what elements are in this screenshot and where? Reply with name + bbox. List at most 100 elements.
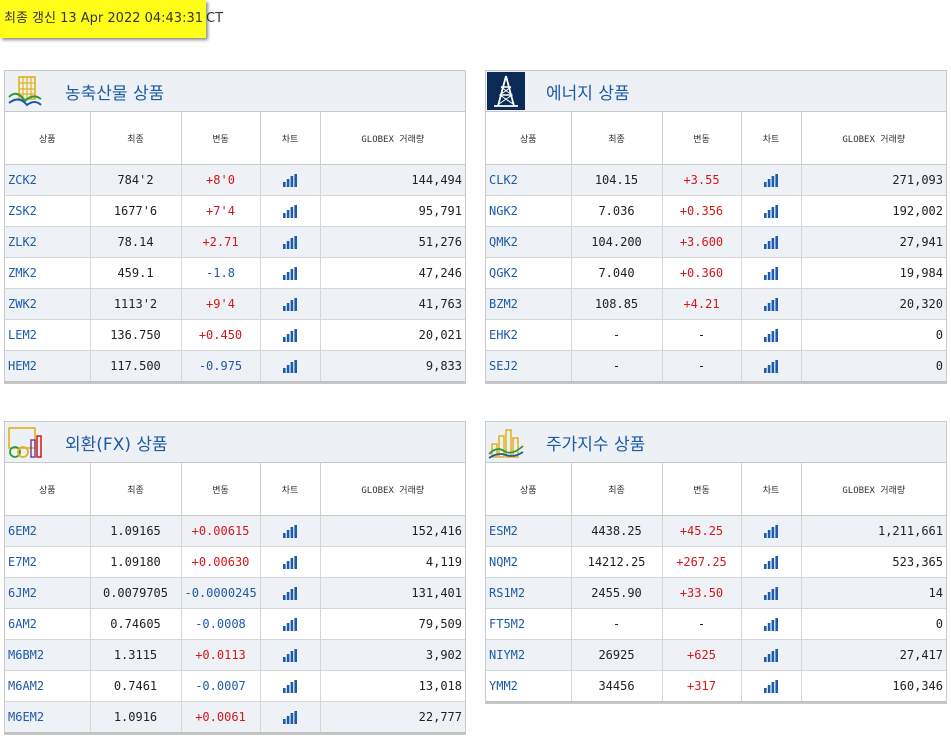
- bar-chart-icon[interactable]: [764, 648, 778, 662]
- symbol-link[interactable]: YMM2: [486, 670, 572, 703]
- col-header-chart[interactable]: 차트: [260, 112, 321, 165]
- chart-link[interactable]: [260, 639, 321, 671]
- bar-chart-icon[interactable]: [764, 235, 778, 249]
- symbol-link[interactable]: LEM2: [5, 319, 91, 351]
- chart-link[interactable]: [741, 195, 802, 227]
- chart-link[interactable]: [260, 515, 321, 547]
- col-header-product[interactable]: 상품: [486, 112, 572, 165]
- col-header-volume[interactable]: GLOBEX 거래량: [320, 463, 465, 516]
- bar-chart-icon[interactable]: [764, 586, 778, 600]
- chart-link[interactable]: [260, 577, 321, 609]
- symbol-link[interactable]: 6JM2: [5, 577, 91, 609]
- symbol-link[interactable]: 6EM2: [5, 515, 91, 547]
- chart-link[interactable]: [741, 164, 802, 196]
- chart-link[interactable]: [741, 319, 802, 351]
- chart-link[interactable]: [741, 639, 802, 671]
- symbol-link[interactable]: SEJ2: [486, 350, 572, 383]
- bar-chart-icon[interactable]: [283, 204, 297, 218]
- col-header-change[interactable]: 변동: [662, 112, 742, 165]
- bar-chart-icon[interactable]: [283, 679, 297, 693]
- bar-chart-icon[interactable]: [283, 710, 297, 724]
- bar-chart-icon[interactable]: [764, 173, 778, 187]
- chart-link[interactable]: [741, 608, 802, 640]
- chart-link[interactable]: [260, 350, 321, 383]
- bar-chart-icon[interactable]: [764, 524, 778, 538]
- col-header-volume[interactable]: GLOBEX 거래량: [801, 463, 946, 516]
- symbol-link[interactable]: RS1M2: [486, 577, 572, 609]
- col-header-volume[interactable]: GLOBEX 거래량: [801, 112, 946, 165]
- chart-link[interactable]: [260, 608, 321, 640]
- symbol-link[interactable]: ZSK2: [5, 195, 91, 227]
- col-header-chart[interactable]: 차트: [260, 463, 321, 516]
- col-header-last[interactable]: 최종: [571, 112, 663, 165]
- col-header-product[interactable]: 상품: [5, 463, 91, 516]
- symbol-link[interactable]: NGK2: [486, 195, 572, 227]
- chart-link[interactable]: [260, 546, 321, 578]
- chart-link[interactable]: [741, 257, 802, 289]
- bar-chart-icon[interactable]: [764, 204, 778, 218]
- bar-chart-icon[interactable]: [283, 297, 297, 311]
- bar-chart-icon[interactable]: [283, 617, 297, 631]
- col-header-chart[interactable]: 차트: [741, 112, 802, 165]
- chart-link[interactable]: [260, 195, 321, 227]
- chart-link[interactable]: [741, 546, 802, 578]
- bar-chart-icon[interactable]: [283, 359, 297, 373]
- symbol-link[interactable]: E7M2: [5, 546, 91, 578]
- col-header-volume[interactable]: GLOBEX 거래량: [320, 112, 465, 165]
- symbol-link[interactable]: BZM2: [486, 288, 572, 320]
- symbol-link[interactable]: QGK2: [486, 257, 572, 289]
- bar-chart-icon[interactable]: [283, 586, 297, 600]
- symbol-link[interactable]: NQM2: [486, 546, 572, 578]
- chart-link[interactable]: [741, 288, 802, 320]
- col-header-product[interactable]: 상품: [486, 463, 572, 516]
- symbol-link[interactable]: ESM2: [486, 515, 572, 547]
- symbol-link[interactable]: M6AM2: [5, 670, 91, 702]
- bar-chart-icon[interactable]: [764, 679, 778, 693]
- chart-link[interactable]: [260, 164, 321, 196]
- bar-chart-icon[interactable]: [283, 173, 297, 187]
- col-header-last[interactable]: 최종: [90, 463, 182, 516]
- symbol-link[interactable]: M6EM2: [5, 701, 91, 734]
- bar-chart-icon[interactable]: [764, 359, 778, 373]
- chart-link[interactable]: [260, 670, 321, 702]
- bar-chart-icon[interactable]: [764, 297, 778, 311]
- chart-link[interactable]: [260, 257, 321, 289]
- chart-link[interactable]: [741, 515, 802, 547]
- bar-chart-icon[interactable]: [283, 524, 297, 538]
- bar-chart-icon[interactable]: [764, 555, 778, 569]
- chart-link[interactable]: [260, 288, 321, 320]
- symbol-link[interactable]: QMK2: [486, 226, 572, 258]
- bar-chart-icon[interactable]: [283, 555, 297, 569]
- symbol-link[interactable]: ZCK2: [5, 164, 91, 196]
- symbol-link[interactable]: ZLK2: [5, 226, 91, 258]
- bar-chart-icon[interactable]: [283, 648, 297, 662]
- chart-link[interactable]: [741, 350, 802, 383]
- col-header-chart[interactable]: 차트: [741, 463, 802, 516]
- col-header-last[interactable]: 최종: [90, 112, 182, 165]
- bar-chart-icon[interactable]: [283, 266, 297, 280]
- symbol-link[interactable]: ZWK2: [5, 288, 91, 320]
- symbol-link[interactable]: M6BM2: [5, 639, 91, 671]
- symbol-link[interactable]: FT5M2: [486, 608, 572, 640]
- symbol-link[interactable]: ZMK2: [5, 257, 91, 289]
- symbol-link[interactable]: CLK2: [486, 164, 572, 196]
- col-header-change[interactable]: 변동: [181, 112, 261, 165]
- symbol-link[interactable]: EHK2: [486, 319, 572, 351]
- symbol-link[interactable]: HEM2: [5, 350, 91, 383]
- chart-link[interactable]: [260, 226, 321, 258]
- symbol-link[interactable]: NIYM2: [486, 639, 572, 671]
- symbol-link[interactable]: 6AM2: [5, 608, 91, 640]
- bar-chart-icon[interactable]: [764, 617, 778, 631]
- chart-link[interactable]: [741, 577, 802, 609]
- bar-chart-icon[interactable]: [283, 328, 297, 342]
- col-header-change[interactable]: 변동: [181, 463, 261, 516]
- chart-link[interactable]: [741, 670, 802, 703]
- col-header-last[interactable]: 최종: [571, 463, 663, 516]
- chart-link[interactable]: [260, 701, 321, 734]
- col-header-change[interactable]: 변동: [662, 463, 742, 516]
- chart-link[interactable]: [260, 319, 321, 351]
- bar-chart-icon[interactable]: [764, 266, 778, 280]
- bar-chart-icon[interactable]: [283, 235, 297, 249]
- col-header-product[interactable]: 상품: [5, 112, 91, 165]
- bar-chart-icon[interactable]: [764, 328, 778, 342]
